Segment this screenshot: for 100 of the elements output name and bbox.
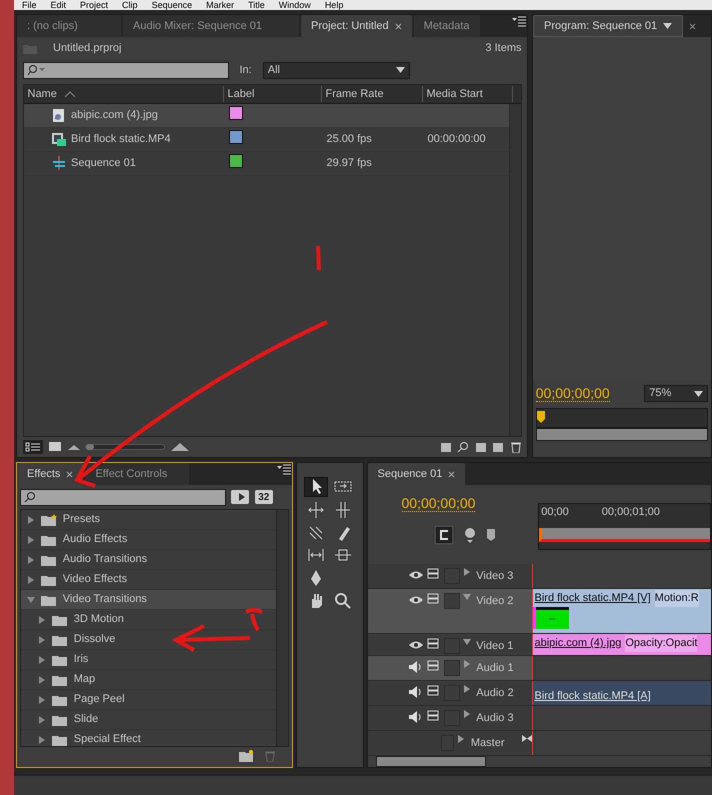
tree-item[interactable]: Iris bbox=[20, 650, 276, 670]
panel-tab[interactable]: Audio Mixer: Sequence 01 bbox=[123, 15, 299, 37]
bin-icon[interactable] bbox=[440, 441, 452, 453]
column-header[interactable]: Label bbox=[224, 86, 322, 102]
speaker-icon[interactable] bbox=[408, 710, 424, 724]
tree-item[interactable]: Dissolve bbox=[20, 630, 276, 650]
tree-item[interactable]: Map bbox=[20, 670, 276, 690]
marker-light-icon[interactable] bbox=[464, 527, 476, 544]
collapsed-arrow-icon[interactable] bbox=[26, 516, 35, 524]
expanded-arrow-icon[interactable] bbox=[26, 596, 35, 604]
column-header[interactable]: Frame Rate bbox=[322, 86, 422, 102]
tree-item[interactable]: 3D Motion bbox=[20, 610, 276, 630]
menu-item[interactable]: Clip bbox=[122, 0, 138, 10]
collapsed-arrow-icon[interactable] bbox=[462, 685, 470, 694]
collapsed-arrow-icon[interactable] bbox=[38, 736, 46, 744]
close-icon[interactable] bbox=[394, 22, 402, 30]
panel-tab[interactable]: Effects bbox=[17, 463, 84, 485]
timecode[interactable]: 00;00;00;00 bbox=[402, 495, 476, 512]
table-row[interactable]: Bird flock static.MP4 25.00 fps 00:00:00:00 bbox=[24, 128, 508, 152]
timeline-clip[interactable]: Bird flock static.MP4 [A] bbox=[532, 681, 711, 706]
collapsed-arrow-icon[interactable] bbox=[38, 656, 46, 664]
tree-item[interactable]: Audio Effects bbox=[20, 530, 276, 550]
new-item-icon[interactable] bbox=[492, 441, 504, 453]
panel-tab[interactable]: : (no clips) bbox=[17, 15, 121, 37]
lock-toggle[interactable] bbox=[444, 593, 460, 610]
collapsed-arrow-icon[interactable] bbox=[462, 568, 470, 576]
close-icon[interactable] bbox=[689, 23, 696, 30]
collapsed-arrow-icon[interactable] bbox=[26, 576, 35, 584]
panel-tab[interactable]: Sequence 01 bbox=[368, 463, 466, 485]
search-field[interactable] bbox=[20, 488, 226, 506]
new-custom-bin-icon[interactable] bbox=[238, 750, 252, 762]
scrollbar[interactable] bbox=[276, 510, 288, 746]
menu-item[interactable]: Edit bbox=[50, 0, 66, 10]
list-view-icon[interactable] bbox=[22, 440, 42, 454]
collapsed-arrow-icon[interactable] bbox=[462, 710, 470, 718]
collapsed-arrow-icon[interactable] bbox=[26, 536, 35, 544]
panel-menu-icon[interactable] bbox=[511, 15, 527, 27]
small-mountain-icon[interactable] bbox=[68, 444, 80, 450]
close-icon[interactable] bbox=[448, 470, 456, 478]
accelerated-effects-icon[interactable] bbox=[231, 490, 250, 504]
menu-item[interactable]: Window bbox=[278, 0, 311, 10]
collapsed-arrow-icon[interactable] bbox=[462, 660, 470, 668]
sync-lock-icon[interactable] bbox=[426, 710, 440, 722]
sort-ascending-icon[interactable] bbox=[64, 90, 75, 97]
column-header[interactable]: Name bbox=[24, 86, 224, 102]
tree-item[interactable]: Video Transitions bbox=[20, 590, 276, 610]
scrollbar[interactable] bbox=[508, 104, 520, 436]
close-icon[interactable] bbox=[66, 470, 74, 478]
tree-item[interactable]: Slide bbox=[20, 710, 276, 730]
panel-tab[interactable]: Program: Sequence 01 bbox=[533, 15, 684, 37]
marker-icon[interactable] bbox=[486, 529, 494, 542]
sync-lock-icon[interactable] bbox=[426, 660, 440, 672]
collapsed-arrow-icon[interactable] bbox=[38, 696, 46, 704]
speaker-icon[interactable] bbox=[408, 685, 424, 700]
track-header[interactable]: Video 2 bbox=[368, 589, 532, 634]
lock-toggle[interactable] bbox=[444, 660, 460, 676]
menu-item[interactable]: Title bbox=[248, 0, 265, 10]
ripple-tool-icon[interactable] bbox=[306, 500, 326, 520]
sync-lock-icon[interactable] bbox=[426, 568, 440, 580]
collapsed-arrow-icon[interactable] bbox=[457, 735, 466, 744]
sync-lock-icon[interactable] bbox=[426, 685, 440, 698]
lock-toggle[interactable] bbox=[444, 638, 460, 654]
link-icon[interactable] bbox=[522, 735, 532, 742]
tree-item[interactable]: Page Peel bbox=[20, 690, 276, 710]
menu-item[interactable]: Help bbox=[324, 0, 344, 10]
tree-item[interactable]: Audio Transitions bbox=[20, 550, 276, 570]
panel-menu-icon[interactable] bbox=[276, 463, 292, 475]
menu-item[interactable]: Project bbox=[80, 0, 108, 10]
collapsed-arrow-icon[interactable] bbox=[26, 556, 35, 564]
collapsed-arrow-icon[interactable] bbox=[38, 676, 46, 684]
snap-icon[interactable] bbox=[434, 526, 452, 544]
timecode[interactable]: 00;00;00;00 bbox=[536, 385, 610, 402]
menu-item[interactable]: Marker bbox=[206, 0, 234, 10]
table-row[interactable]: Sequence 01 29.97 fps bbox=[24, 152, 508, 176]
menu-item[interactable]: Sequence bbox=[152, 0, 192, 10]
table-row[interactable]: abipic.com (4).jpg bbox=[24, 104, 508, 128]
bit-depth-button[interactable]: 32 bbox=[254, 490, 273, 504]
scope-dropdown[interactable]: All bbox=[262, 62, 410, 78]
expanded-arrow-icon[interactable] bbox=[462, 593, 470, 602]
menu-item[interactable]: File bbox=[22, 0, 37, 10]
folder-icon[interactable] bbox=[474, 441, 486, 453]
speaker-icon[interactable] bbox=[408, 660, 424, 674]
search-field[interactable] bbox=[22, 62, 228, 78]
timeline-clip[interactable]: abipic.com (4).jpg Opacity:Opacit bbox=[532, 634, 711, 656]
sync-lock-icon[interactable] bbox=[426, 638, 440, 650]
track-header[interactable]: Audio 1 bbox=[368, 656, 532, 680]
timeline-clip[interactable]: Bird flock static.MP4 [V] Motion:R bbox=[532, 589, 711, 634]
large-mountain-icon[interactable] bbox=[170, 443, 188, 451]
collapsed-arrow-icon[interactable] bbox=[38, 636, 46, 644]
panel-tab[interactable]: Effect Controls bbox=[85, 463, 190, 485]
zoom-dropdown[interactable]: 75% bbox=[644, 385, 708, 402]
scrollbar[interactable] bbox=[536, 428, 708, 440]
zoom-tool-icon[interactable] bbox=[332, 590, 352, 611]
panel-tab[interactable]: Metadata bbox=[414, 15, 480, 37]
playhead-icon[interactable] bbox=[536, 410, 545, 423]
scrollbar[interactable] bbox=[376, 756, 486, 767]
collapsed-arrow-icon[interactable] bbox=[38, 716, 46, 724]
search-icon[interactable] bbox=[457, 441, 469, 453]
sync-lock-icon[interactable] bbox=[426, 593, 440, 606]
tree-item[interactable]: Presets bbox=[20, 510, 276, 530]
